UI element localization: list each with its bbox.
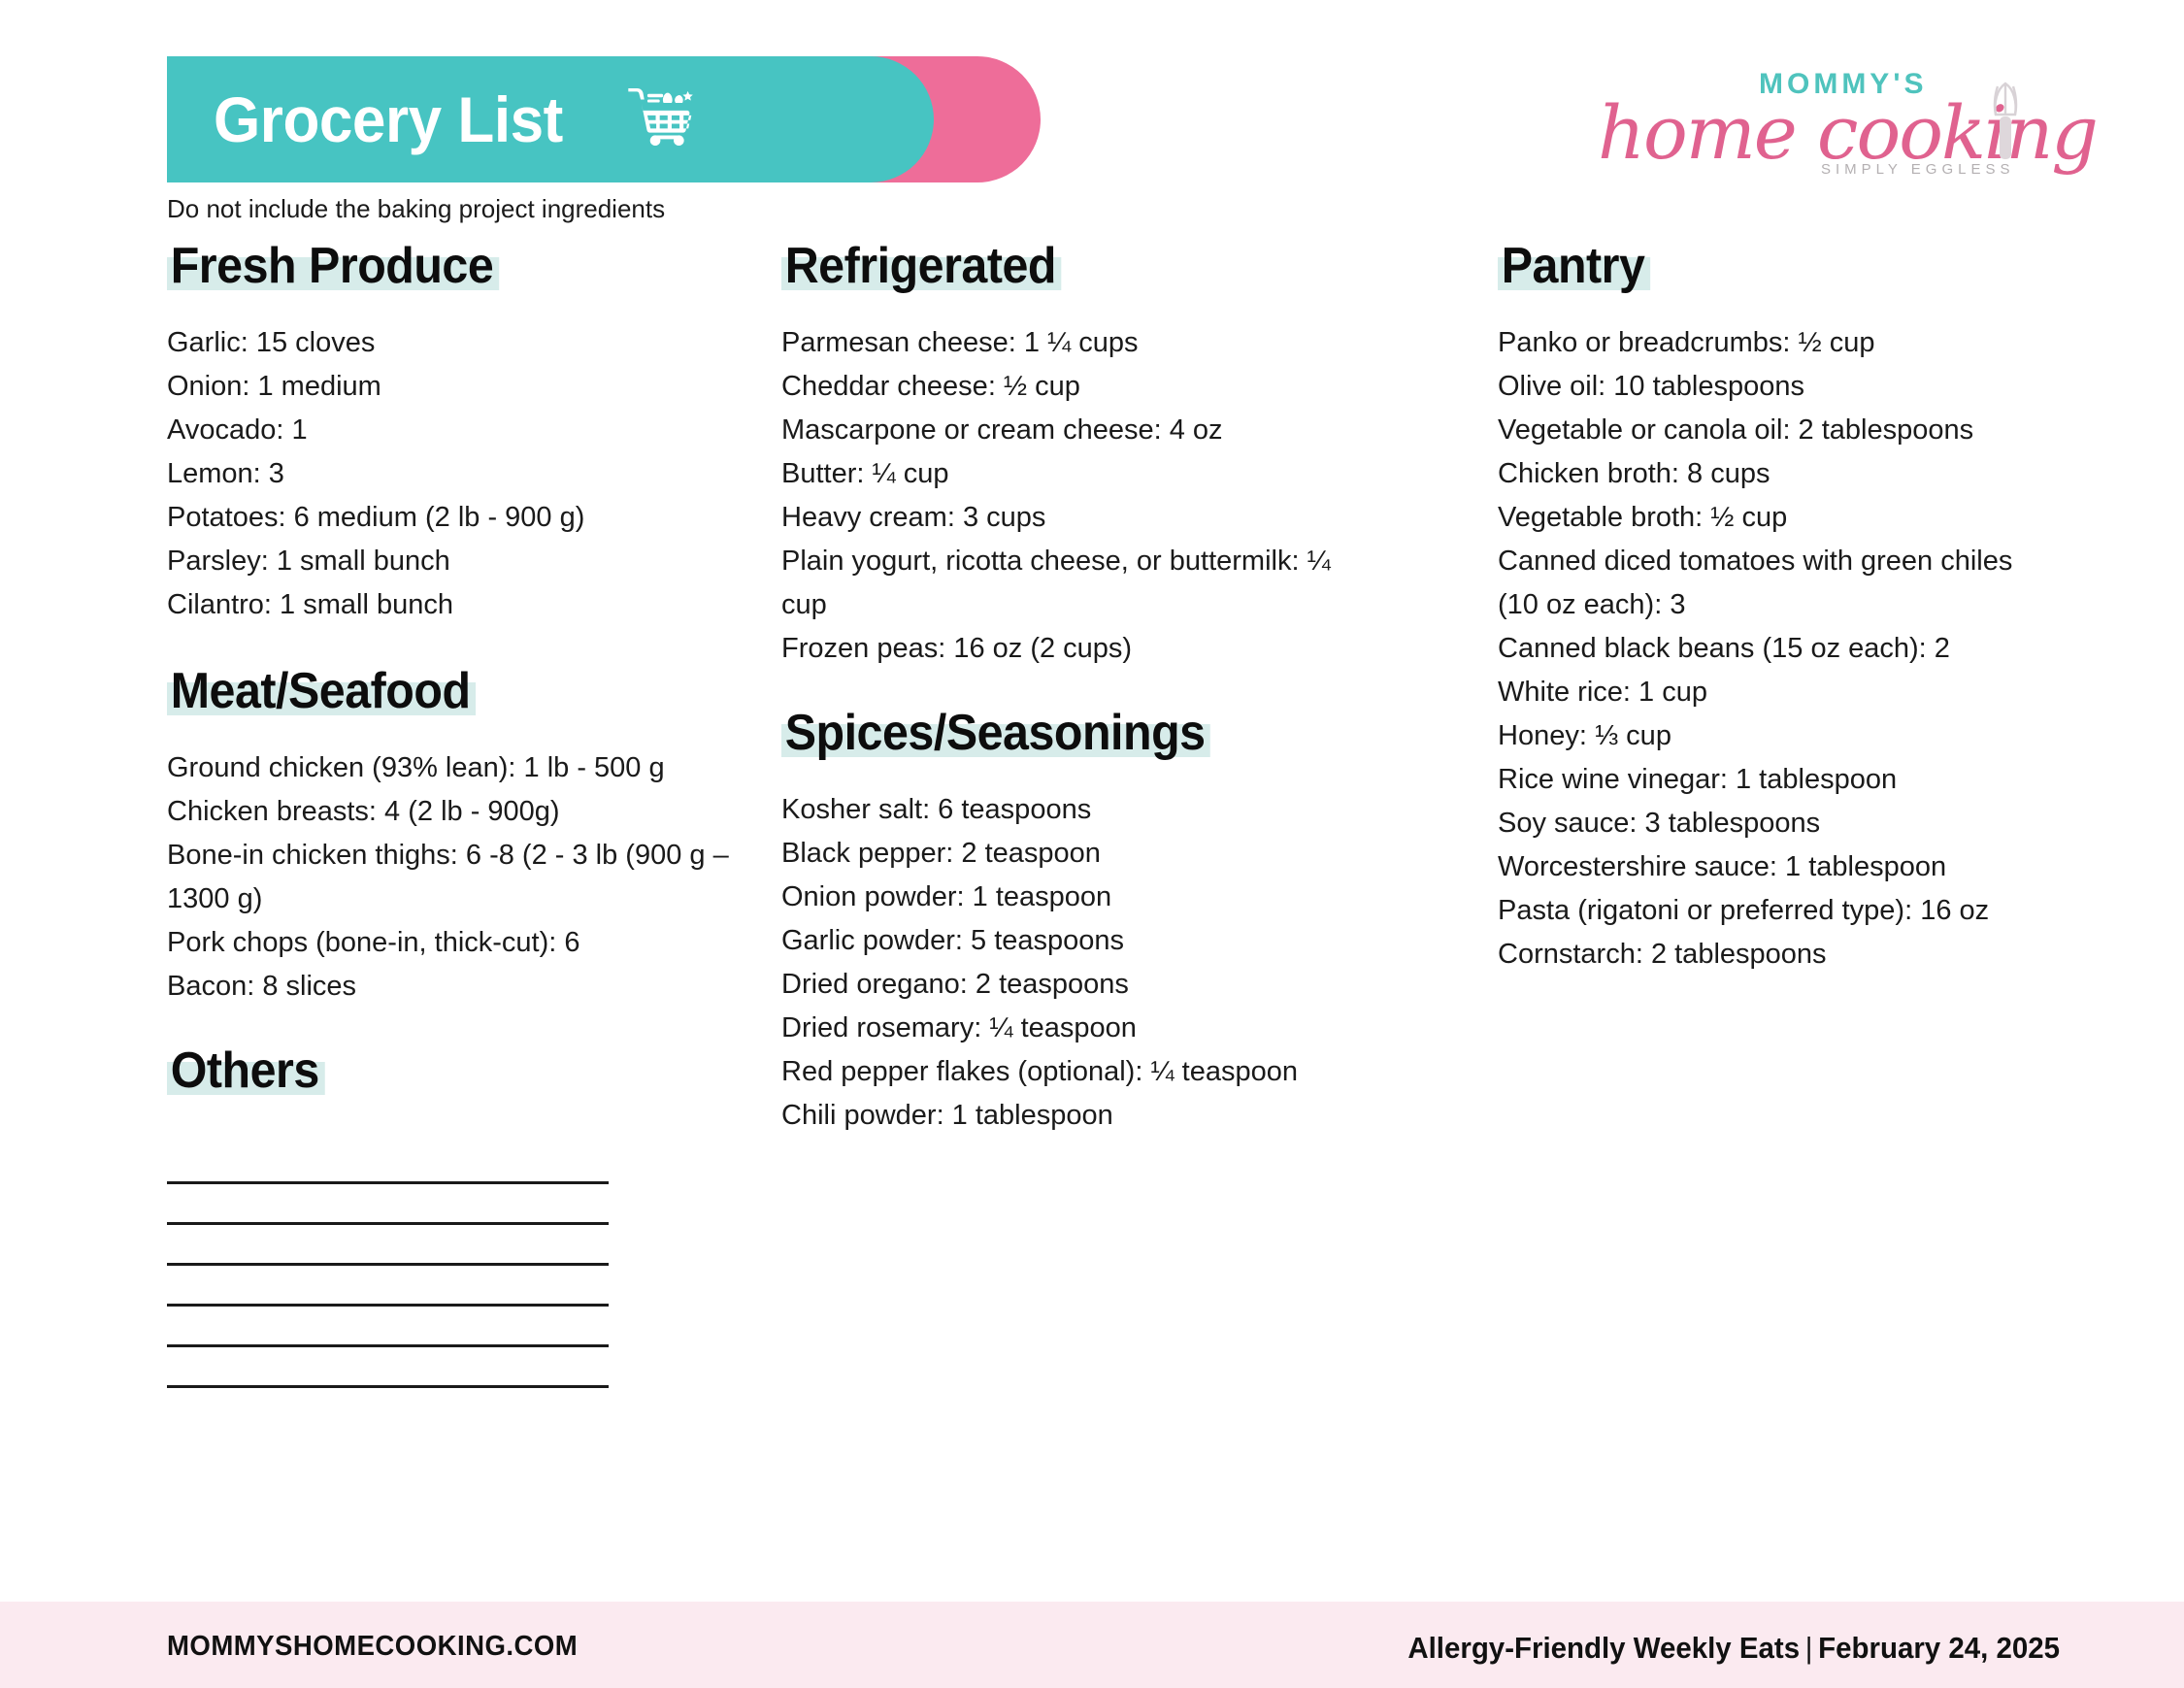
item-list-refrigerated: Parmesan cheese: 1 ¼ cups Cheddar cheese…: [781, 321, 1364, 671]
list-item: Chicken breasts: 4 (2 lb - 900g): [167, 796, 560, 828]
list-item: Parmesan cheese: 1 ¼ cups: [781, 327, 1139, 359]
section-heading-others: Others: [167, 1045, 325, 1097]
column-middle: Refrigerated Parmesan cheese: 1 ¼ cups C…: [781, 240, 1364, 1142]
list-item: Avocado: 1: [167, 414, 308, 447]
write-in-line[interactable]: [167, 1184, 609, 1226]
section-heading-fresh-produce: Fresh Produce: [167, 240, 499, 292]
list-item: Mascarpone or cream cheese: 4 oz: [781, 414, 1223, 447]
list-item: Onion powder: 1 teaspoon: [781, 881, 1112, 913]
list-item: Soy sauce: 3 tablespoons: [1498, 808, 1821, 840]
list-item: Vegetable or canola oil: 2 tablespoons: [1498, 414, 1974, 447]
banner-teal-shape: Grocery List: [167, 56, 934, 182]
list-item: Kosher salt: 6 teaspoons: [781, 794, 1092, 826]
list-item: Pasta (rigatoni or preferred type): 16 o…: [1498, 895, 1990, 927]
footer-separator: |: [1804, 1631, 1813, 1665]
section-spices-seasonings: Spices/Seasonings Kosher salt: 6 teaspoo…: [781, 708, 1364, 1138]
section-heading-pantry: Pantry: [1498, 240, 1651, 292]
subtitle-note: Do not include the baking project ingred…: [167, 194, 666, 223]
list-item: Plain yogurt, ricotta cheese, or butterm…: [781, 546, 1331, 621]
list-item: Worcestershire sauce: 1 tablespoon: [1498, 851, 1947, 883]
page-title: Grocery List: [214, 83, 563, 155]
column-left: Fresh Produce Garlic: 15 cloves Onion: 1…: [167, 240, 749, 1392]
list-item: Pork chops (bone-in, thick-cut): 6: [167, 927, 580, 959]
list-item: Cornstarch: 2 tablespoons: [1498, 939, 1827, 971]
write-in-lines: [167, 1143, 749, 1389]
list-item: Cilantro: 1 small bunch: [167, 589, 453, 621]
list-item: Cheddar cheese: ½ cup: [781, 371, 1080, 403]
list-item: Dried oregano: 2 teaspoons: [781, 969, 1129, 1001]
footer-website: MOMMYSHOMECOOKING.COM: [167, 1631, 579, 1662]
item-list-pantry: Panko or breadcrumbs: ½ cup Olive oil: 1…: [1498, 321, 2041, 976]
shopping-cart-icon: [626, 82, 698, 158]
list-item: Canned black beans (15 oz each): 2: [1498, 633, 1950, 665]
list-item: Garlic: 15 cloves: [167, 327, 376, 359]
header-banner: Grocery List: [167, 56, 1060, 182]
list-item: Rice wine vinegar: 1 tablespoon: [1498, 764, 1898, 796]
brand-logo: MOMMY'S home cooking SIMPLY EGGLESS: [1592, 47, 2099, 182]
write-in-line[interactable]: [167, 1266, 609, 1307]
list-item: Chili powder: 1 tablespoon: [781, 1100, 1113, 1132]
section-heading-refrigerated: Refrigerated: [781, 240, 1062, 292]
list-item: Heavy cream: 3 cups: [781, 502, 1046, 534]
list-item: Panko or breadcrumbs: ½ cup: [1498, 327, 1875, 359]
list-item: Onion: 1 medium: [167, 371, 381, 403]
list-item: Olive oil: 10 tablespoons: [1498, 371, 1804, 403]
item-list-fresh-produce: Garlic: 15 cloves Onion: 1 medium Avocad…: [167, 321, 749, 627]
list-item: Parsley: 1 small bunch: [167, 546, 450, 578]
section-others: Others: [167, 1045, 749, 1389]
write-in-line[interactable]: [167, 1143, 609, 1185]
footer-meta: Allergy-Friendly Weekly Eats | February 24…: [1407, 1631, 2060, 1666]
section-heading-spices-seasonings: Spices/Seasonings: [781, 708, 1211, 759]
item-list-meat-seafood: Ground chicken (93% lean): 1 lb - 500 g …: [167, 746, 749, 1009]
list-item: Honey: ⅓ cup: [1498, 720, 1671, 752]
list-item: Bacon: 8 slices: [167, 971, 357, 1003]
list-item: Canned diced tomatoes with green chiles …: [1498, 546, 2013, 621]
section-meat-seafood: Meat/Seafood Ground chicken (93% lean): …: [167, 666, 749, 1009]
list-item: Red pepper flakes (optional): ¼ teaspoon: [781, 1056, 1299, 1088]
item-list-spices-seasonings: Kosher salt: 6 teaspoons Black pepper: 2…: [781, 788, 1364, 1138]
grocery-list-page: Grocery List Do not include the baking p…: [0, 0, 2184, 1688]
list-item: Butter: ¼ cup: [781, 458, 949, 490]
list-item: White rice: 1 cup: [1498, 677, 1707, 709]
footer-date: February 24, 2025: [1818, 1631, 2060, 1665]
list-item: Garlic powder: 5 teaspoons: [781, 925, 1125, 957]
section-refrigerated: Refrigerated Parmesan cheese: 1 ¼ cups C…: [781, 240, 1364, 671]
list-item: Potatoes: 6 medium (2 lb - 900 g): [167, 502, 585, 534]
write-in-line[interactable]: [167, 1307, 609, 1348]
list-item: Vegetable broth: ½ cup: [1498, 502, 1788, 534]
write-in-line[interactable]: [167, 1347, 609, 1389]
whisk-icon: [1980, 78, 2031, 170]
list-item: Ground chicken (93% lean): 1 lb - 500 g: [167, 752, 665, 784]
column-right: Pantry Panko or breadcrumbs: ½ cup Olive…: [1498, 240, 2041, 980]
list-item: Bone-in chicken thighs: 6 -8 (2 - 3 lb (…: [167, 840, 729, 915]
list-item: Dried rosemary: ¼ teaspoon: [781, 1012, 1137, 1044]
list-item: Chicken broth: 8 cups: [1498, 458, 1770, 490]
page-footer: MOMMYSHOMECOOKING.COM Allergy-Friendly W…: [0, 1602, 2184, 1688]
list-item: Black pepper: 2 teaspoon: [781, 838, 1101, 870]
footer-title: Allergy-Friendly Weekly Eats: [1407, 1631, 1801, 1665]
list-item: Lemon: 3: [167, 458, 284, 490]
section-fresh-produce: Fresh Produce Garlic: 15 cloves Onion: 1…: [167, 240, 749, 627]
section-heading-meat-seafood: Meat/Seafood: [167, 666, 477, 717]
write-in-line[interactable]: [167, 1225, 609, 1267]
section-pantry: Pantry Panko or breadcrumbs: ½ cup Olive…: [1498, 240, 2041, 976]
list-item: Frozen peas: 16 oz (2 cups): [781, 633, 1133, 665]
